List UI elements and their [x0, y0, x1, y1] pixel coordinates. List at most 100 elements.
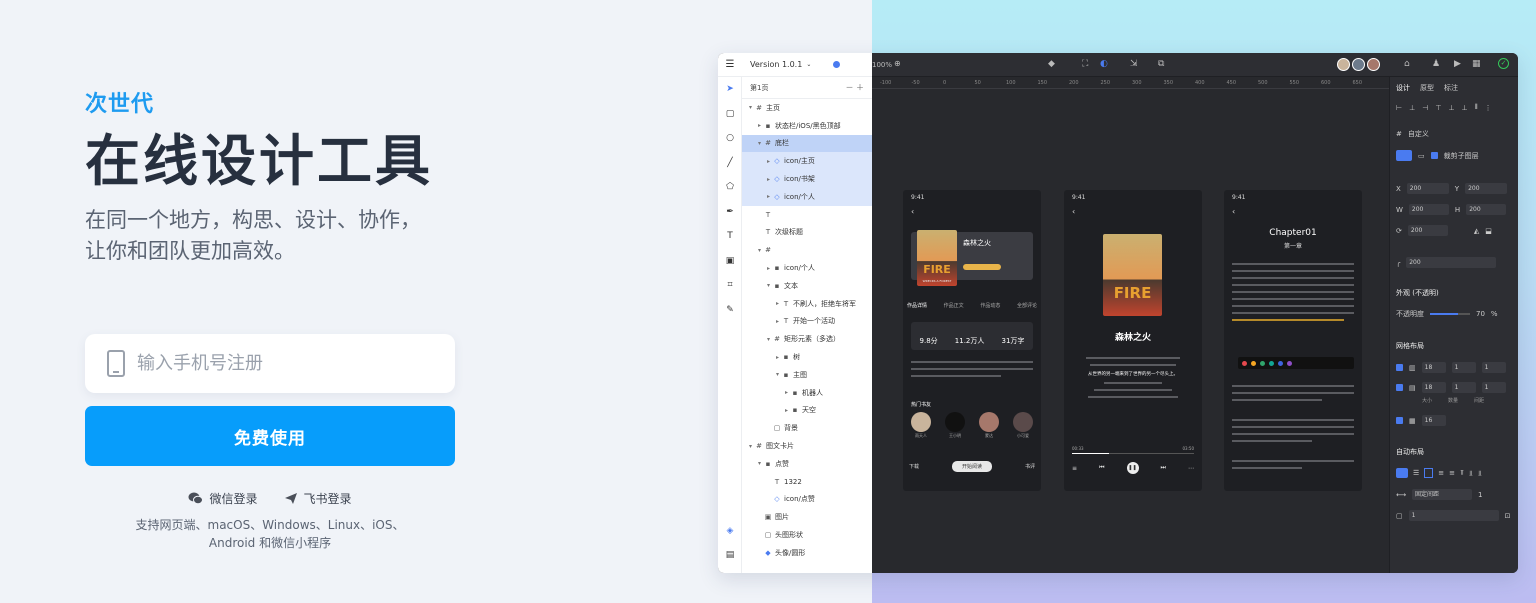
more-icon[interactable]: ⋯: [1188, 465, 1194, 472]
h-field[interactable]: 200: [1466, 204, 1507, 215]
assets-icon[interactable]: ▤: [718, 543, 742, 568]
layer-expand-icon[interactable]: ▾: [755, 140, 764, 147]
layer-item[interactable]: ▸ T 开始一个活动: [742, 313, 872, 331]
align-top-icon[interactable]: ⫪: [1460, 469, 1464, 478]
resize-icon[interactable]: ⇲: [1130, 59, 1138, 69]
layer-expand-icon[interactable]: ▾: [773, 371, 782, 378]
component-icon[interactable]: ◆: [1048, 59, 1055, 69]
align-bottom-icon[interactable]: ⊥: [1462, 104, 1468, 112]
flip-h-icon[interactable]: ◭: [1474, 227, 1479, 235]
rotation-field[interactable]: 200: [1407, 225, 1448, 236]
menu-icon[interactable]: ☰: [718, 59, 742, 70]
align-middle-icon[interactable]: ⊥: [1448, 104, 1454, 112]
pause-icon[interactable]: ❚❚: [1126, 462, 1139, 474]
radius-field[interactable]: 200: [1406, 257, 1497, 268]
tab-text[interactable]: 作品正文: [944, 302, 964, 309]
grid-count[interactable]: 1: [1451, 362, 1476, 373]
layer-item[interactable]: ▾ # 主页: [742, 99, 872, 117]
download-button[interactable]: 下载: [909, 463, 919, 470]
layer-item[interactable]: ▾ ▪ 主图: [742, 366, 872, 384]
layer-item[interactable]: ▸ ◇ icon/书架: [742, 170, 872, 188]
y-field[interactable]: 200: [1465, 183, 1508, 194]
add-circle-icon[interactable]: ⊕: [894, 59, 901, 68]
zoom-level[interactable]: 100%: [872, 61, 892, 69]
horizontal-layout-icon[interactable]: [1396, 468, 1408, 478]
more-align-icon[interactable]: ⋮: [1485, 104, 1492, 112]
layer-item[interactable]: ▾ #: [742, 241, 872, 259]
play-icon[interactable]: ▶: [1454, 59, 1461, 69]
grid-size[interactable]: 18: [1421, 382, 1446, 393]
ellipse-icon[interactable]: ○: [718, 126, 742, 151]
padding-expand-icon[interactable]: ⊡: [1505, 512, 1511, 520]
back-arrow-icon[interactable]: ‹: [1224, 205, 1362, 218]
color-swatch[interactable]: [1278, 360, 1283, 366]
layer-item[interactable]: ▸ ▪ icon/个人: [742, 259, 872, 277]
tab-comments[interactable]: 全部评论: [1017, 302, 1037, 309]
feishu-login-link[interactable]: 飞书登录: [284, 490, 352, 507]
padding-field[interactable]: 1: [1408, 510, 1499, 521]
opacity-value[interactable]: 70: [1476, 310, 1485, 318]
layer-item[interactable]: ◇ icon/点赞: [742, 491, 872, 509]
tab-annotate[interactable]: 标注: [1444, 83, 1458, 93]
clip-checkbox[interactable]: [1430, 152, 1438, 159]
phone-frame-audiobook[interactable]: 9:41 ‹ FIRE 森林之火 从世界的另一端来到了世界的另一个尽头上。 00…: [1064, 190, 1202, 491]
layer-expand-icon[interactable]: ▾: [755, 460, 764, 467]
align-end-icon[interactable]: ≡: [1449, 469, 1455, 477]
layer-expand-icon[interactable]: ▸: [773, 318, 782, 325]
layer-expand-icon[interactable]: ▸: [773, 354, 782, 361]
align-right-icon[interactable]: ⊣: [1422, 104, 1428, 112]
color-swatch[interactable]: [1251, 360, 1256, 366]
x-field[interactable]: 200: [1406, 183, 1449, 194]
layer-item[interactable]: ▸ ▪ 机器人: [742, 384, 872, 402]
layer-item[interactable]: ▸ ▪ 天空: [742, 402, 872, 420]
grid-gap[interactable]: 1: [1481, 362, 1506, 373]
grid-checkbox[interactable]: [1396, 384, 1403, 391]
color-swatch[interactable]: [1287, 360, 1292, 366]
page-selector[interactable]: 第1页 － ＋: [742, 77, 872, 99]
phone-input[interactable]: [137, 353, 417, 374]
opacity-slider[interactable]: [1430, 313, 1470, 315]
free-use-button[interactable]: 免费使用: [85, 406, 455, 466]
grid-size[interactable]: 18: [1421, 362, 1446, 373]
layer-expand-icon[interactable]: ▸: [764, 176, 773, 183]
align-center-icon[interactable]: ≡: [1438, 469, 1444, 477]
add-page-icon[interactable]: － ＋: [845, 82, 864, 93]
color-swatch[interactable]: [1242, 360, 1247, 366]
frame-icon[interactable]: ▢: [718, 102, 742, 127]
back-arrow-icon[interactable]: ‹: [903, 205, 1041, 218]
layer-expand-icon[interactable]: ▸: [764, 158, 773, 165]
align-top-icon[interactable]: ⊤: [1435, 104, 1441, 112]
progress-track[interactable]: [1072, 453, 1194, 454]
mask-icon[interactable]: ◐: [1100, 59, 1108, 69]
align-bottom-icon[interactable]: ⫫: [1478, 469, 1482, 478]
layer-item[interactable]: T 1322: [742, 473, 872, 491]
library-icon[interactable]: ⌂: [1404, 59, 1410, 69]
design-canvas[interactable]: -100 -50 0 50 100 150 200 250 300 350 400 450 500 550…: [872, 77, 1389, 573]
avatar[interactable]: [1352, 58, 1366, 71]
grid-gap[interactable]: 1: [1481, 382, 1506, 393]
review-button[interactable]: 书评: [1025, 463, 1035, 470]
landscape-icon[interactable]: ▭: [1418, 152, 1425, 160]
layer-expand-icon[interactable]: ▸: [773, 300, 782, 307]
flip-v-icon[interactable]: ⬓: [1485, 227, 1492, 235]
grid-count[interactable]: 1: [1451, 382, 1476, 393]
layer-item[interactable]: ▸ ◇ icon/个人: [742, 187, 872, 206]
layer-expand-icon[interactable]: ▾: [746, 104, 755, 111]
align-left-icon[interactable]: ⊢: [1396, 104, 1402, 112]
spacing-value[interactable]: 1: [1478, 491, 1482, 499]
layer-item[interactable]: ▸ ◇ icon/主页: [742, 152, 872, 171]
pen-icon[interactable]: ✒: [718, 200, 742, 225]
layer-expand-icon[interactable]: ▸: [782, 407, 791, 414]
fullscreen-icon[interactable]: ⛶: [1082, 59, 1088, 69]
layer-expand-icon[interactable]: ▾: [746, 443, 755, 450]
layer-item[interactable]: ◆ 头像/圆形: [742, 544, 872, 562]
version-label[interactable]: Version 1.0.1: [750, 60, 802, 69]
export-icon[interactable]: ▦: [1472, 59, 1481, 69]
share-user-icon[interactable]: ♟: [1432, 59, 1440, 69]
layer-item[interactable]: ▣ 图片: [742, 508, 872, 526]
w-field[interactable]: 200: [1408, 204, 1449, 215]
distribute-icon[interactable]: ⫴: [1475, 103, 1478, 112]
align-middle-icon[interactable]: ⫫: [1469, 469, 1473, 478]
layer-item[interactable]: T 次级标题: [742, 224, 872, 242]
layer-expand-icon[interactable]: ▾: [764, 282, 773, 289]
